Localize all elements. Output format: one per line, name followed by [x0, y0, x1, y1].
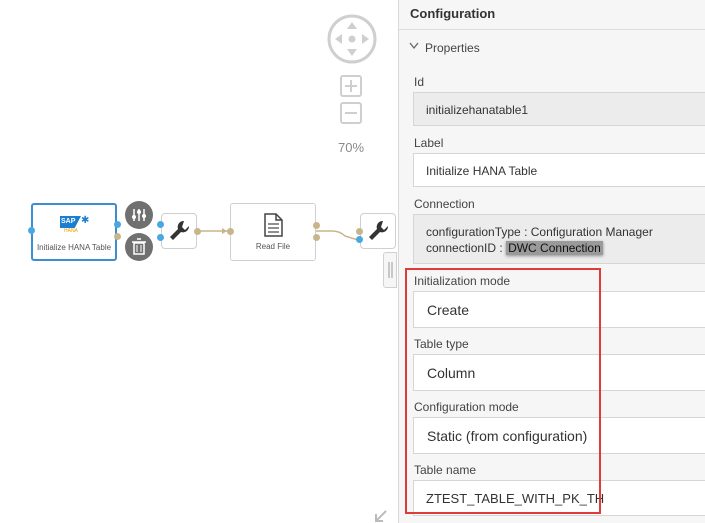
id-label: Id: [414, 75, 425, 89]
graph-canvas[interactable]: 70% SAP ✱ HANA Initialize HANA Table Rea…: [0, 0, 398, 523]
input-port[interactable]: [157, 221, 164, 228]
node-configure-button[interactable]: [125, 201, 153, 229]
connection-type-value: Configuration Manager: [530, 225, 653, 239]
operator-node[interactable]: [360, 213, 396, 249]
sap-hana-logo: SAP ✱ HANA: [60, 215, 90, 234]
panel-splitter-handle[interactable]: [383, 252, 397, 288]
output-port[interactable]: [114, 233, 121, 240]
connection-type-line: configurationType : Configuration Manage…: [426, 225, 653, 239]
output-port[interactable]: [114, 221, 121, 228]
label-input[interactable]: Initialize HANA Table: [413, 153, 705, 187]
input-port[interactable]: [28, 227, 35, 234]
connection-label: Connection: [414, 197, 475, 211]
output-port[interactable]: [194, 228, 201, 235]
sliders-icon: [132, 209, 146, 221]
wrench-icon: [369, 220, 389, 240]
node-label: Read File: [255, 242, 291, 251]
highlight-box: [405, 268, 601, 514]
panel-title: Configuration: [410, 6, 496, 21]
input-port[interactable]: [227, 228, 234, 235]
id-value: initializehanatable1: [426, 103, 529, 117]
trash-icon: [132, 238, 146, 255]
connection-id-value: DWC Connection: [506, 241, 603, 255]
section-label: Properties: [425, 41, 480, 55]
node-initialize-hana-table[interactable]: SAP ✱ HANA Initialize HANA Table: [31, 203, 117, 261]
connection-line: [316, 230, 359, 241]
id-field: initializehanatable1: [413, 92, 705, 126]
wrench-icon: [170, 220, 190, 240]
connection-id-key: connectionID: [426, 241, 497, 255]
input-port[interactable]: [356, 228, 363, 235]
collapse-arrow-icon[interactable]: [374, 509, 388, 523]
operator-node[interactable]: [161, 213, 197, 249]
grip-icon: [388, 262, 393, 278]
connection-type-key: configurationType: [426, 225, 521, 239]
label-value: Initialize HANA Table: [426, 164, 538, 178]
output-port[interactable]: [313, 222, 320, 229]
connection-id-line: connectionID : DWC Connection: [426, 241, 603, 255]
label-label: Label: [414, 136, 444, 150]
input-port[interactable]: [157, 234, 164, 241]
output-port[interactable]: [313, 234, 320, 241]
connection-field[interactable]: configurationType : Configuration Manage…: [413, 214, 705, 264]
node-read-file[interactable]: Read File: [230, 203, 316, 261]
input-port[interactable]: [356, 236, 363, 243]
node-delete-button[interactable]: [125, 233, 153, 261]
file-icon: [264, 213, 283, 237]
node-label: Initialize HANA Table: [36, 243, 112, 252]
graph-connections: [197, 228, 359, 241]
properties-section-header[interactable]: Properties: [399, 29, 705, 65]
chevron-down-icon: [409, 42, 419, 50]
